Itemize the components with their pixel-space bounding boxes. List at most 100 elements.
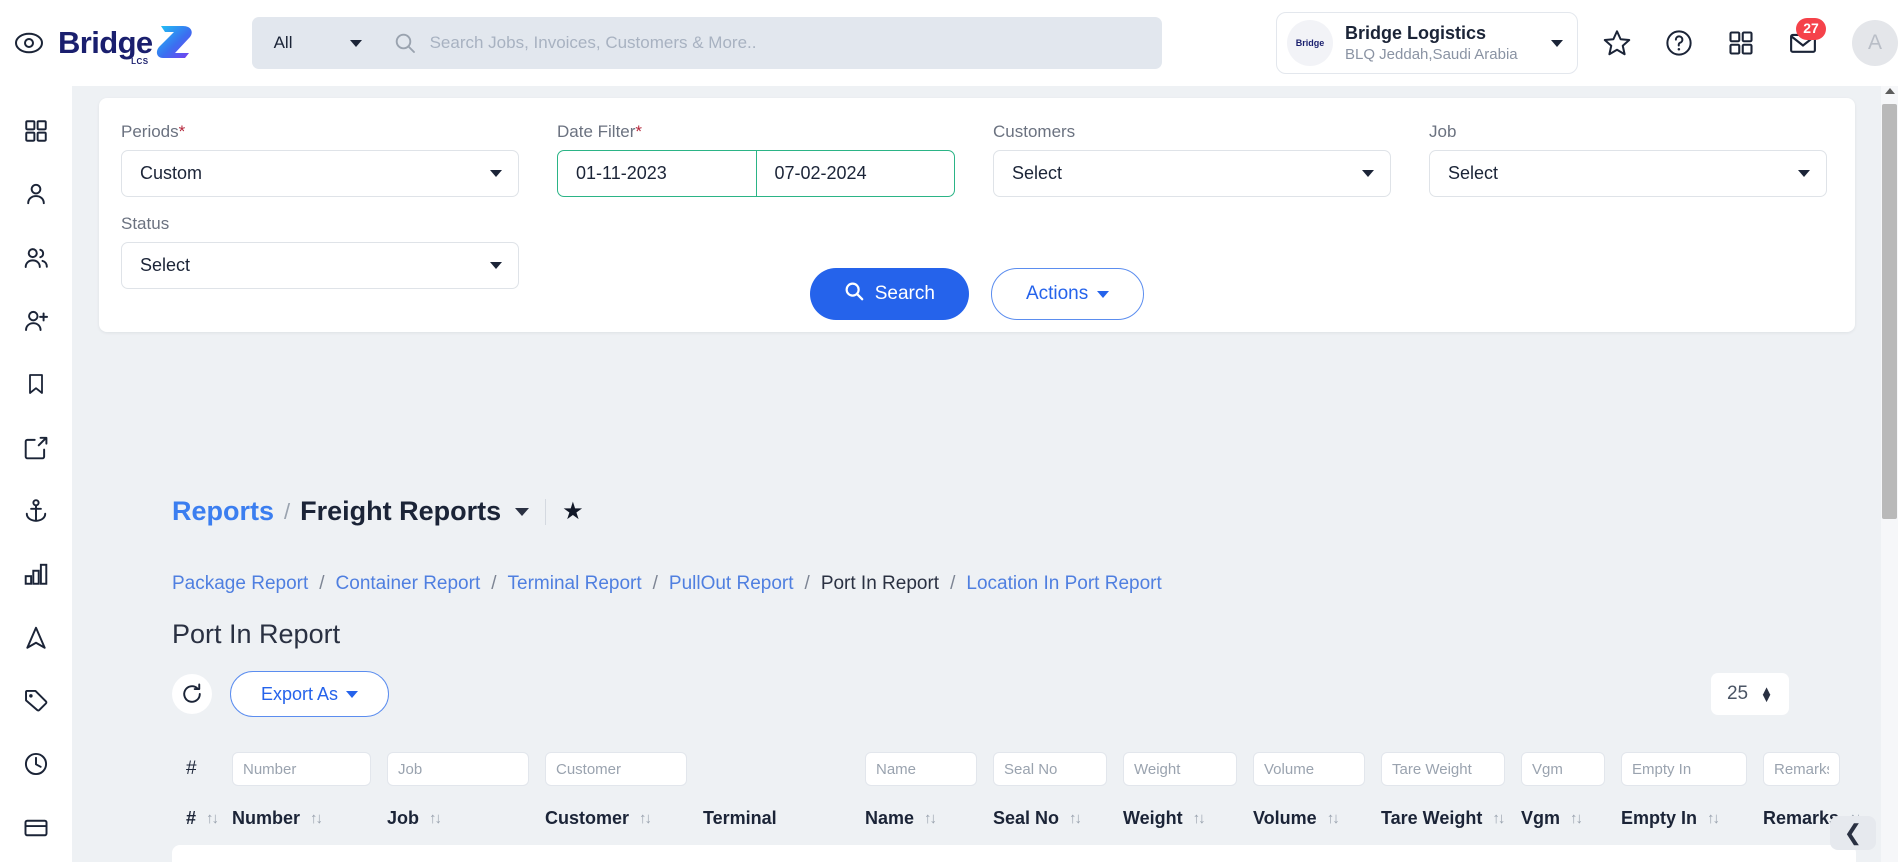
- sidebar-item-reports[interactable]: [0, 545, 72, 608]
- subnav-item-container-report[interactable]: Container Report: [336, 573, 481, 595]
- cell-seal-no: [993, 845, 1123, 862]
- divider: [545, 498, 547, 525]
- customers-select[interactable]: Select: [993, 150, 1391, 197]
- th-empty-in-label: Empty In: [1621, 808, 1698, 828]
- chevron-down-icon: [346, 690, 359, 698]
- subnav-item-pullout-report[interactable]: PullOut Report: [669, 573, 794, 595]
- export-as-label: Export As: [261, 683, 339, 704]
- sidebar-item-edit[interactable]: [0, 419, 72, 482]
- sort-icon[interactable]: ↑↓: [429, 810, 442, 827]
- sidebar-item-tracking[interactable]: [0, 609, 72, 672]
- sidebar-item-shipping[interactable]: [0, 482, 72, 545]
- report-table: # # ↑↓ Number ↑↓ Job ↑↓ Customer ↑↓: [172, 746, 1862, 862]
- subnav-item-package-report[interactable]: Package Report: [172, 573, 308, 595]
- page-title: Port In Report: [172, 619, 341, 649]
- brand-logo[interactable]: Bridge LCS: [58, 22, 197, 66]
- filter-input-customer[interactable]: [545, 752, 687, 786]
- filter-input-job[interactable]: [387, 752, 529, 786]
- sort-icon[interactable]: ↑↓: [639, 810, 652, 827]
- sidebar-item-profile[interactable]: [0, 165, 72, 228]
- date-filter-field: Date Filter*: [557, 122, 955, 197]
- sort-icon[interactable]: ↑↓: [1707, 810, 1720, 827]
- subnav-item-terminal-report[interactable]: Terminal Report: [508, 573, 642, 595]
- filter-input-volume[interactable]: [1253, 752, 1365, 786]
- periods-select[interactable]: Custom: [121, 150, 519, 197]
- collapse-panel-button[interactable]: ❮: [1830, 816, 1876, 850]
- search-scope-select[interactable]: All: [252, 17, 378, 69]
- clock-icon: [23, 751, 49, 782]
- star-icon[interactable]: ★: [562, 499, 584, 524]
- subnav-item-location-in-port-report[interactable]: Location In Port Report: [966, 573, 1161, 595]
- scrollbar-thumb[interactable]: [1882, 104, 1897, 519]
- org-logo-text: Bridge: [1295, 38, 1325, 48]
- chevron-down-icon[interactable]: [515, 507, 530, 516]
- sort-icon[interactable]: ↑↓: [924, 810, 937, 827]
- filter-input-seal-no[interactable]: [993, 752, 1107, 786]
- page-size-select[interactable]: 25 ▲ ▼: [1710, 673, 1789, 715]
- subnav-separator: /: [491, 573, 497, 594]
- breadcrumb-root-link[interactable]: Reports: [172, 496, 274, 527]
- person-add-icon: [23, 308, 49, 339]
- date-to-input[interactable]: [756, 151, 954, 196]
- export-as-button[interactable]: Export As: [230, 671, 390, 717]
- app-header: Bridge LCS All Bridge Bridge Logistics: [0, 0, 1898, 86]
- th-name-label: Name: [865, 808, 915, 828]
- th-customer-label: Customer: [545, 808, 630, 828]
- status-label: Status: [121, 214, 170, 233]
- cell-empty-in: 06-12-2023: [1621, 845, 1763, 862]
- refresh-icon[interactable]: [172, 674, 212, 714]
- filter-input-number[interactable]: [232, 752, 371, 786]
- cell-vgm: 154: [1521, 845, 1621, 862]
- filter-input-tare-weight[interactable]: [1381, 752, 1505, 786]
- sort-icon[interactable]: ↑↓: [206, 810, 219, 827]
- scroll-up-arrow-icon[interactable]: [1885, 88, 1895, 94]
- sidebar-item-bookmarks[interactable]: [0, 355, 72, 418]
- th-name: Name ↑↓: [865, 798, 993, 845]
- sidebar-item-customers[interactable]: [0, 229, 72, 292]
- cell-name: 20: [865, 845, 993, 862]
- sort-icon[interactable]: ↑↓: [1492, 810, 1505, 827]
- subnav-separator: /: [804, 573, 810, 594]
- actions-button[interactable]: Actions: [990, 268, 1145, 320]
- search-button[interactable]: Search: [809, 268, 969, 320]
- th-customer: Customer ↑↓: [545, 798, 703, 845]
- date-from-input[interactable]: [558, 151, 756, 196]
- main-content: Periods* Custom Date Filter* Customers S…: [72, 86, 1884, 862]
- sidebar-item-billing[interactable]: [0, 799, 72, 862]
- periods-value: Custom: [140, 163, 203, 183]
- sort-icon[interactable]: ↑↓: [1069, 810, 1082, 827]
- star-icon[interactable]: [1586, 12, 1648, 74]
- filter-input-empty-in[interactable]: [1621, 752, 1747, 786]
- sidebar-item-history[interactable]: [0, 735, 72, 798]
- th-index-label: #: [186, 808, 197, 828]
- vertical-scrollbar[interactable]: [1881, 86, 1898, 862]
- sort-icon[interactable]: ↑↓: [1193, 810, 1206, 827]
- avatar[interactable]: A: [1852, 20, 1898, 66]
- filter-input-remarks[interactable]: [1763, 752, 1840, 786]
- subnav-item-port-in-report[interactable]: Port In Report: [821, 573, 939, 595]
- sort-icon[interactable]: ↑↓: [1327, 810, 1340, 827]
- filter-input-name[interactable]: [865, 752, 977, 786]
- help-icon[interactable]: [1648, 12, 1710, 74]
- brand-name: Bridge LCS: [58, 25, 153, 66]
- bar-chart-icon: [23, 561, 49, 592]
- sidebar-item-tags[interactable]: [0, 672, 72, 735]
- sidebar-item-add-user[interactable]: [0, 292, 72, 355]
- mail-icon[interactable]: 27: [1772, 12, 1834, 74]
- job-select[interactable]: Select: [1429, 150, 1827, 197]
- th-weight: Weight ↑↓: [1123, 798, 1253, 845]
- search-input[interactable]: [429, 17, 1162, 69]
- th-seal-no-label: Seal No: [993, 808, 1060, 828]
- sort-icon[interactable]: ↑↓: [310, 810, 323, 827]
- apps-grid-icon[interactable]: [1710, 12, 1772, 74]
- chevron-down-icon: [349, 39, 362, 47]
- sort-icon[interactable]: ↑↓: [1570, 810, 1583, 827]
- sidebar-item-dashboard[interactable]: [0, 102, 72, 165]
- cell-job: SFE230342: [387, 845, 545, 862]
- table-row[interactable]: 1 AFDA1235466 SFE230342 Neha CR230133 TE…: [172, 845, 1856, 862]
- eye-toggle-icon[interactable]: [14, 28, 44, 58]
- job-label: Job: [1429, 122, 1457, 141]
- org-switcher[interactable]: Bridge Bridge Logistics BLQ Jeddah,Saudi…: [1276, 12, 1578, 74]
- filter-input-vgm[interactable]: [1521, 752, 1605, 786]
- filter-input-weight[interactable]: [1123, 752, 1237, 786]
